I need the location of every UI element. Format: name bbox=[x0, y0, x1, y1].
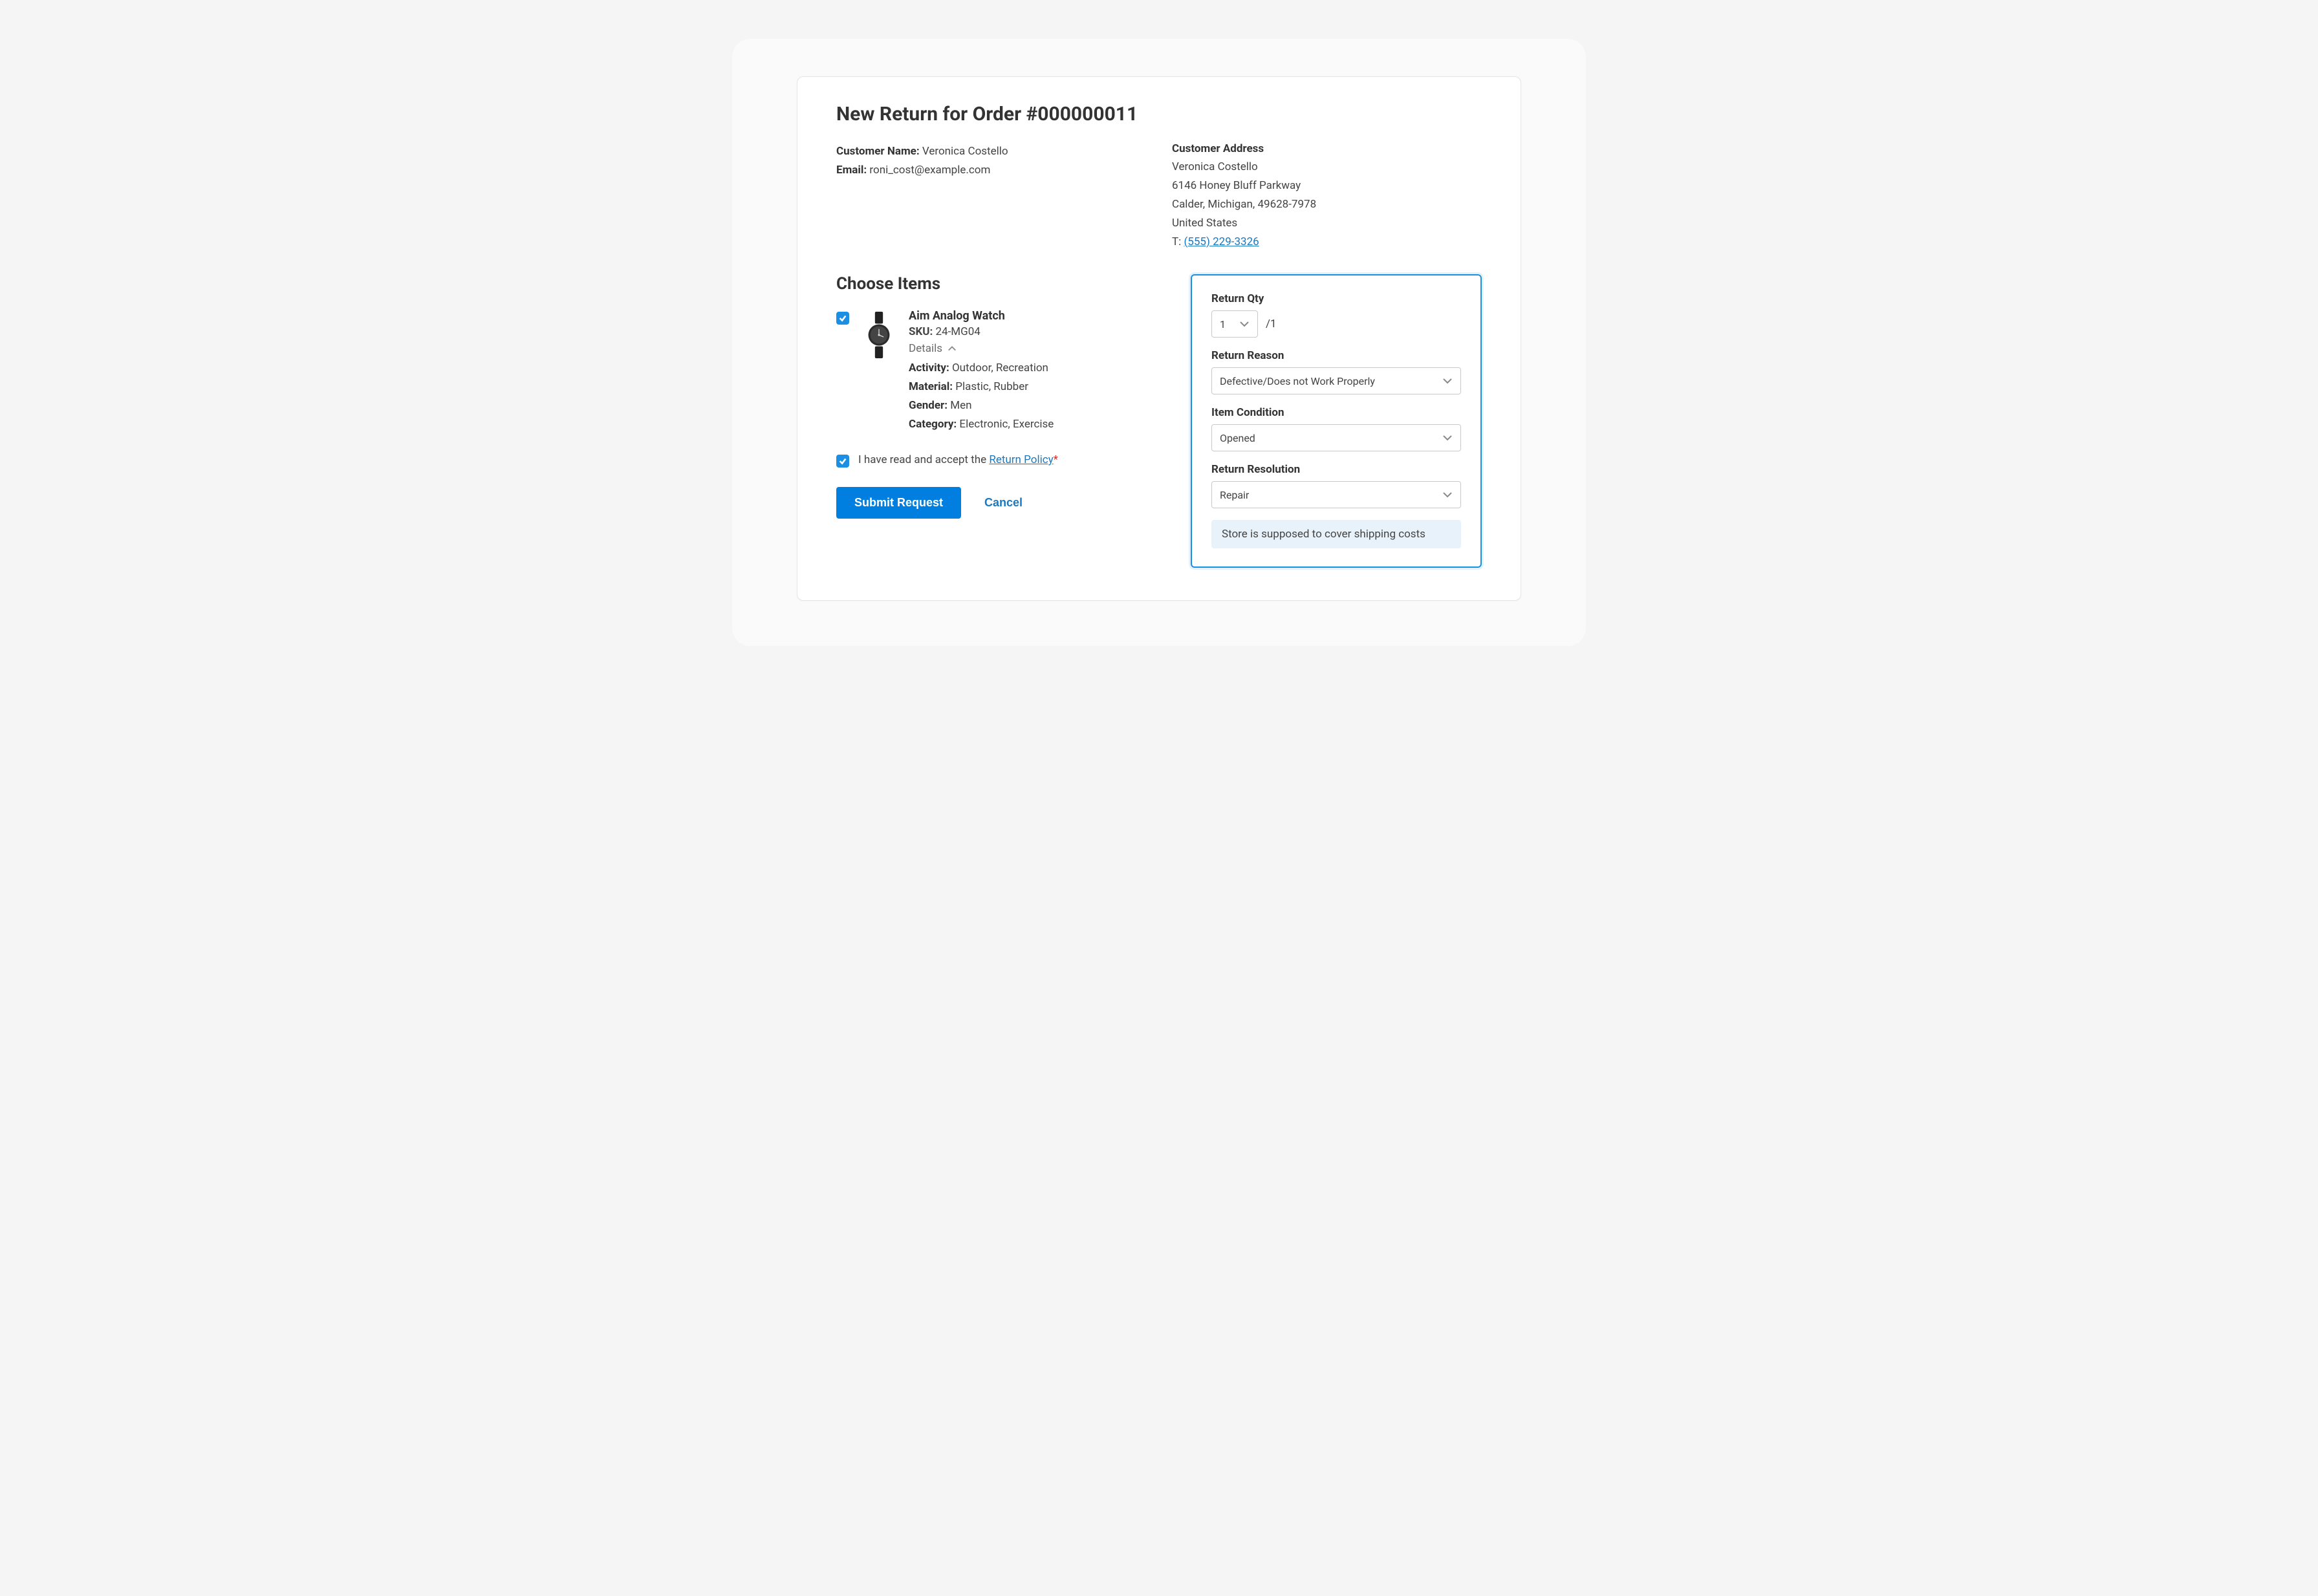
details-toggle[interactable]: Details bbox=[909, 342, 957, 355]
item-condition-value: Opened bbox=[1220, 432, 1255, 444]
address-name: Veronica Costello bbox=[1172, 158, 1482, 177]
customer-name-value: Veronica Costello bbox=[922, 145, 1008, 158]
item-condition-select[interactable]: Opened bbox=[1211, 424, 1461, 451]
product-name: Aim Analog Watch bbox=[909, 309, 1165, 323]
attr-material-label: Material: bbox=[909, 380, 953, 393]
return-resolution-select[interactable]: Repair bbox=[1211, 481, 1461, 508]
return-qty-select[interactable]: 1 bbox=[1211, 310, 1258, 338]
item-condition-label: Item Condition bbox=[1211, 406, 1461, 419]
shipping-note: Store is supposed to cover shipping cost… bbox=[1211, 520, 1461, 548]
return-policy-link[interactable]: Return Policy bbox=[989, 453, 1053, 466]
attr-gender-label: Gender: bbox=[909, 399, 948, 412]
customer-email-value: roni_cost@example.com bbox=[869, 164, 990, 177]
chevron-down-icon bbox=[1442, 434, 1453, 442]
address-street: 6146 Honey Bluff Parkway bbox=[1172, 177, 1482, 195]
address-heading: Customer Address bbox=[1172, 142, 1482, 155]
submit-request-button[interactable]: Submit Request bbox=[836, 487, 961, 519]
item-checkbox[interactable] bbox=[836, 312, 849, 325]
product-image bbox=[861, 309, 897, 361]
return-qty-label: Return Qty bbox=[1211, 292, 1461, 305]
attr-gender-value: Men bbox=[950, 399, 971, 412]
cancel-button[interactable]: Cancel bbox=[984, 496, 1023, 510]
chevron-down-icon bbox=[1239, 320, 1250, 328]
address-phone-prefix: T: bbox=[1172, 235, 1184, 248]
customer-name-label: Customer Name: bbox=[836, 145, 920, 158]
return-reason-select[interactable]: Defective/Does not Work Properly bbox=[1211, 367, 1461, 394]
accept-prefix: I have read and accept the bbox=[858, 453, 989, 466]
attr-category-label: Category: bbox=[909, 418, 957, 431]
attr-material-value: Plastic, Rubber bbox=[955, 380, 1028, 393]
chevron-up-icon bbox=[948, 345, 957, 352]
attr-activity-value: Outdoor, Recreation bbox=[952, 361, 1048, 374]
address-city: Calder, Michigan, 49628-7978 bbox=[1172, 195, 1482, 214]
return-resolution-value: Repair bbox=[1220, 489, 1249, 501]
sku-label: SKU: bbox=[909, 325, 933, 338]
address-country: United States bbox=[1172, 214, 1482, 233]
address-phone-link[interactable]: (555) 229-3326 bbox=[1184, 235, 1259, 248]
accept-policy-checkbox[interactable] bbox=[836, 455, 849, 468]
sku-value: 24-MG04 bbox=[936, 325, 980, 338]
attr-activity-label: Activity: bbox=[909, 361, 949, 374]
check-icon bbox=[838, 314, 847, 323]
return-qty-value: 1 bbox=[1220, 318, 1226, 330]
return-reason-label: Return Reason bbox=[1211, 349, 1461, 362]
customer-address: Customer Address Veronica Costello 6146 … bbox=[1172, 142, 1482, 251]
return-resolution-label: Return Resolution bbox=[1211, 463, 1461, 476]
return-details-panel: Return Qty 1 /1 Return Reason Defective/… bbox=[1191, 274, 1482, 568]
check-icon bbox=[838, 457, 847, 466]
chevron-down-icon bbox=[1442, 491, 1453, 499]
item-row: Aim Analog Watch SKU: 24-MG04 Details Ac… bbox=[836, 309, 1165, 434]
choose-items-heading: Choose Items bbox=[836, 274, 1165, 294]
customer-info: Customer Name: Veronica Costello Email: … bbox=[836, 142, 1146, 251]
chevron-down-icon bbox=[1442, 377, 1453, 385]
customer-email-label: Email: bbox=[836, 164, 867, 177]
return-form-card: New Return for Order #000000011 Customer… bbox=[797, 76, 1521, 601]
attr-category-value: Electronic, Exercise bbox=[959, 418, 1054, 431]
return-qty-max: /1 bbox=[1266, 318, 1277, 330]
return-reason-value: Defective/Does not Work Properly bbox=[1220, 375, 1375, 387]
required-asterisk: * bbox=[1054, 453, 1058, 466]
details-label: Details bbox=[909, 342, 942, 355]
page-title: New Return for Order #000000011 bbox=[836, 103, 1482, 125]
